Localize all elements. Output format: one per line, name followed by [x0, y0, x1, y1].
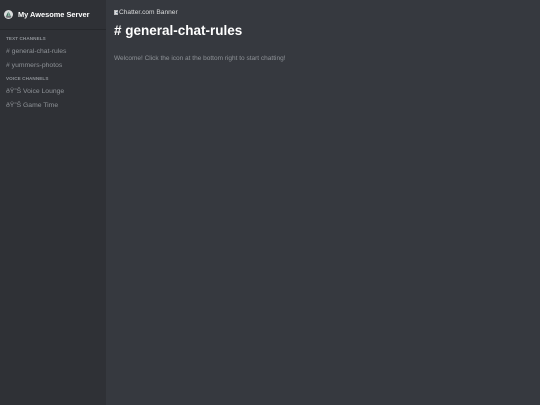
app-window: My Awesome Server TEXT CHANNELS # genera… [0, 0, 540, 405]
channel-yummers-photos[interactable]: # yummers-photos [0, 59, 106, 73]
text-channels-category[interactable]: TEXT CHANNELS [0, 36, 106, 41]
main-content: Chatter.com Banner # general-chat-rules … [106, 0, 540, 405]
server-header[interactable]: My Awesome Server [0, 0, 106, 30]
banner-image: Chatter.com Banner [114, 8, 540, 16]
server-name: My Awesome Server [18, 10, 90, 19]
channel-sidebar: My Awesome Server TEXT CHANNELS # genera… [0, 0, 106, 405]
channel-voice-lounge[interactable]: ðŸ”Š Voice Lounge [0, 85, 106, 99]
welcome-message: Welcome! Click the icon at the bottom ri… [114, 55, 286, 62]
sailboat-icon [4, 10, 13, 19]
broken-image-icon [114, 9, 118, 15]
voice-channels-category[interactable]: VOICE CHANNELS [0, 76, 106, 81]
banner-alt-text: Chatter.com Banner [119, 8, 178, 16]
channel-game-time[interactable]: ðŸ”Š Game Time [0, 99, 106, 113]
page-title: # general-chat-rules [114, 23, 243, 38]
channel-general-chat-rules[interactable]: # general-chat-rules [0, 45, 106, 59]
